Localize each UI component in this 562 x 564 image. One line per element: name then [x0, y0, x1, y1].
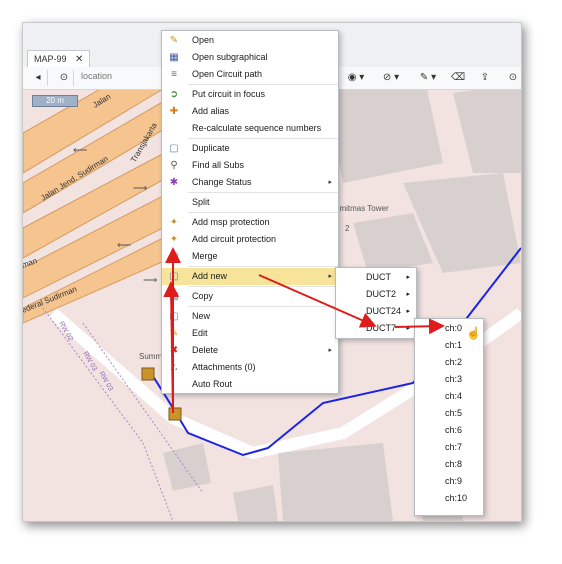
chevron-right-icon: ▸	[406, 291, 410, 298]
menu-item-delete[interactable]: ✖ Delete ▸	[162, 342, 338, 359]
menu-item-split[interactable]: Split	[162, 194, 338, 211]
chevron-right-icon: ▸	[328, 347, 332, 354]
channel-item[interactable]: ch:8	[415, 456, 483, 473]
manhole-marker	[168, 407, 182, 421]
protection-icon: ✦	[169, 234, 179, 245]
channel-item[interactable]: ch:7	[415, 439, 483, 456]
menu-item-open[interactable]: ✎ Open	[162, 32, 338, 49]
menu-item-merge[interactable]: ▢ Merge	[162, 248, 338, 265]
chevron-right-icon: ▸	[328, 179, 332, 186]
chevron-right-icon: ▸	[406, 308, 410, 315]
pen-dropdown-icon[interactable]: ✎ ▾	[417, 70, 439, 86]
menu-item-attachments[interactable]: ⛬ Attachments (0)	[162, 359, 338, 376]
menu-item-change-status[interactable]: ✱ Change Status ▸	[162, 174, 338, 191]
menu-item-open-subgraphical[interactable]: ▦ Open subgraphical	[162, 49, 338, 66]
focus-icon: ➲	[169, 89, 179, 100]
menu-item-duplicate[interactable]: ▢ Duplicate	[162, 140, 338, 157]
channel-item[interactable]: ch:3	[415, 371, 483, 388]
menu-item-auto-rout[interactable]: Auto Rout	[162, 376, 338, 393]
submenu-item-duct7[interactable]: DUCT7 ▸	[336, 320, 416, 337]
menu-item-put-circuit-in-focus[interactable]: ➲ Put circuit in focus	[162, 86, 338, 103]
back-icon[interactable]: ◂	[29, 70, 48, 86]
menu-item-add-msp-protection[interactable]: ✦ Add msp protection	[162, 214, 338, 231]
channel-item[interactable]: ch:0	[415, 320, 483, 337]
menu-item-find-all-subs[interactable]: ⚲ Find all Subs	[162, 157, 338, 174]
place-label: Summ	[139, 352, 162, 361]
channel-item[interactable]: ch:4	[415, 388, 483, 405]
menu-item-new[interactable]: ▢ New	[162, 308, 338, 325]
settings-icon[interactable]: ⊙	[507, 70, 519, 86]
submenu-item-duct24[interactable]: DUCT24 ▸	[336, 303, 416, 320]
submenu-add-new: DUCT ▸ DUCT2 ▸ DUCT24 ▸ DUCT7 ▸	[335, 267, 417, 339]
protection-icon: ✦	[169, 217, 179, 228]
eraser-icon[interactable]: ⌫	[451, 70, 465, 86]
scale-bar: 20 m	[32, 95, 78, 107]
copy-icon: ▤	[169, 291, 179, 302]
menu-item-copy[interactable]: ▤ Copy	[162, 288, 338, 305]
add-alias-icon: ✚	[169, 106, 179, 117]
context-menu: ✎ Open ▦ Open subgraphical ≡ Open Circuit p…	[161, 30, 339, 394]
menu-item-add-alias[interactable]: ✚ Add alias	[162, 103, 338, 120]
find-icon: ⚲	[170, 160, 178, 171]
manhole-marker	[141, 367, 155, 381]
status-icon: ✱	[169, 177, 179, 188]
building-label: 2	[345, 224, 350, 233]
new-icon: ▢	[169, 311, 179, 322]
close-icon[interactable]: ✕	[75, 54, 83, 65]
svg-text:⟶: ⟶	[133, 183, 147, 194]
edit-icon: ✎	[169, 328, 179, 339]
channel-item[interactable]: ch:5	[415, 405, 483, 422]
visibility-dropdown-icon[interactable]: ⊘ ▾	[379, 70, 403, 86]
menu-item-edit[interactable]: ✎ Edit	[162, 325, 338, 342]
attachment-icon: ⛬	[170, 362, 178, 373]
tab-map[interactable]: MAP-99 ✕	[27, 50, 91, 67]
app-window: ⟵ ⟶ ⟵ ⟶ Jalan Jend. Sudirman Transjakart…	[22, 22, 522, 522]
svg-text:⟵: ⟵	[73, 145, 87, 156]
open-icon: ✎	[169, 35, 179, 46]
chevron-right-icon: ▸	[406, 325, 410, 332]
channel-item[interactable]: ch:6	[415, 422, 483, 439]
menu-item-recalculate[interactable]: Re-calculate sequence numbers	[162, 120, 338, 137]
building	[278, 443, 393, 521]
channel-item[interactable]: ch:2	[415, 354, 483, 371]
submenu-item-duct2[interactable]: DUCT2 ▸	[336, 286, 416, 303]
svg-text:⟵: ⟵	[117, 240, 131, 251]
merge-icon: ▢	[169, 251, 179, 262]
submenu-duct7: ch:0 ch:1 ch:2 ch:3 ch:4 ch:5 ch:6 ch:7 …	[414, 318, 484, 516]
tab-label: MAP-99	[34, 54, 67, 64]
upload-icon[interactable]: ⇪	[479, 70, 491, 86]
list-icon: ≡	[171, 69, 177, 80]
duplicate-icon: ▢	[169, 143, 179, 154]
delete-icon: ✖	[169, 345, 179, 356]
chevron-right-icon: ▸	[406, 274, 410, 281]
menu-item-add-new[interactable]: ▢ Add new ▸	[162, 268, 338, 285]
menu-item-add-circuit-protection[interactable]: ✦ Add circuit protection	[162, 231, 338, 248]
add-new-icon: ▢	[169, 271, 179, 282]
channel-item[interactable]: ch:1	[415, 337, 483, 354]
svg-text:⟶: ⟶	[143, 275, 157, 286]
location-field[interactable]: location	[81, 71, 112, 81]
channel-item[interactable]: ch:10	[415, 490, 483, 507]
menu-item-open-circuit-path[interactable]: ≡ Open Circuit path	[162, 66, 338, 83]
grid-icon: ▦	[169, 52, 179, 63]
submenu-item-duct[interactable]: DUCT ▸	[336, 269, 416, 286]
globe-dropdown-icon[interactable]: ◉ ▾	[345, 70, 367, 86]
target-icon[interactable]: ⊙	[55, 70, 74, 86]
channel-item[interactable]: ch:9	[415, 473, 483, 490]
chevron-right-icon: ▸	[328, 273, 332, 280]
